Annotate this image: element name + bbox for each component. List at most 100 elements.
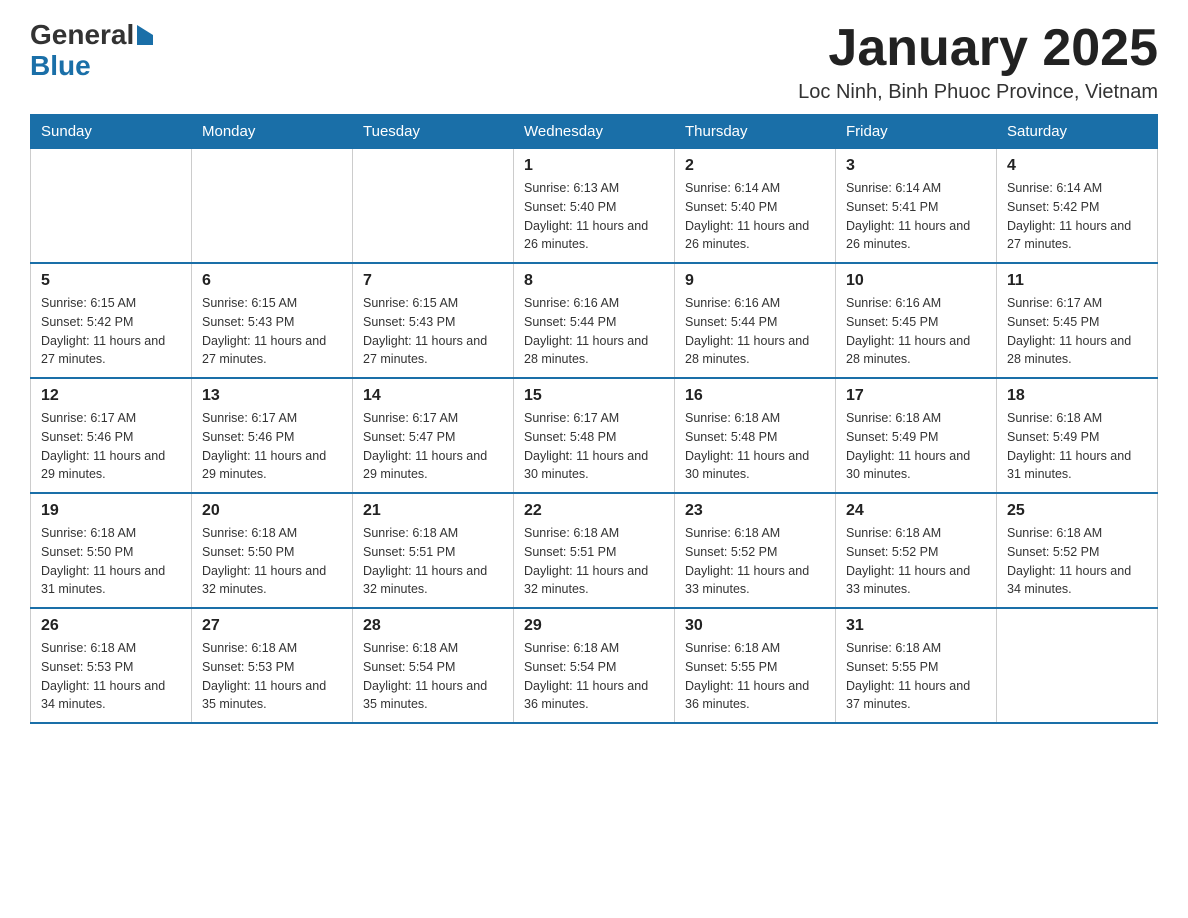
calendar-cell: 20 Sunrise: 6:18 AMSunset: 5:50 PMDayligh…	[192, 493, 353, 608]
calendar-cell: 28 Sunrise: 6:18 AMSunset: 5:54 PMDayligh…	[353, 608, 514, 723]
day-info: Sunrise: 6:18 AMSunset: 5:55 PMDaylight:…	[685, 639, 825, 714]
header-sunday: Sunday	[31, 115, 192, 149]
calendar-cell: 22Sunrise: 6:18 AMSunset: 5:51 PMDayligh…	[514, 493, 675, 608]
calendar-cell: 25 Sunrise: 6:18 AMSunset: 5:52 PMDayligh…	[997, 493, 1158, 608]
calendar-body: 1 Sunrise: 6:13 AMSunset: 5:40 PMDaylight…	[31, 149, 1158, 724]
calendar-cell: 9Sunrise: 6:16 AMSunset: 5:44 PMDaylight…	[675, 263, 836, 378]
calendar-cell	[192, 149, 353, 264]
calendar-cell: 2Sunrise: 6:14 AMSunset: 5:40 PMDaylight…	[675, 149, 836, 264]
day-info: Sunrise: 6:17 AMSunset: 5:48 PMDaylight:…	[524, 409, 664, 484]
day-info: Sunrise: 6:18 AMSunset: 5:52 PMDaylight:…	[685, 524, 825, 599]
calendar-cell: 27 Sunrise: 6:18 AMSunset: 5:53 PMDayligh…	[192, 608, 353, 723]
day-number: 23	[685, 502, 825, 520]
logo-general-text: General	[30, 20, 134, 51]
calendar-cell: 3 Sunrise: 6:14 AMSunset: 5:41 PMDaylight…	[836, 149, 997, 264]
day-number: 21	[363, 502, 503, 520]
day-info: Sunrise: 6:18 AMSunset: 5:51 PMDaylight:…	[363, 524, 503, 599]
day-info: Sunrise: 6:18 AMSunset: 5:54 PMDaylight:…	[363, 639, 503, 714]
calendar-cell: 10 Sunrise: 6:16 AMSunset: 5:45 PMDayligh…	[836, 263, 997, 378]
day-info: Sunrise: 6:14 AMSunset: 5:42 PMDaylight:…	[1007, 179, 1147, 254]
day-info: Sunrise: 6:18 AMSunset: 5:52 PMDaylight:…	[1007, 524, 1147, 599]
day-info: Sunrise: 6:16 AMSunset: 5:45 PMDaylight:…	[846, 294, 986, 369]
day-info: Sunrise: 6:16 AMSunset: 5:44 PMDaylight:…	[524, 294, 664, 369]
day-info: Sunrise: 6:14 AMSunset: 5:41 PMDaylight:…	[846, 179, 986, 254]
day-number: 15	[524, 387, 664, 405]
calendar-cell: 18 Sunrise: 6:18 AMSunset: 5:49 PMDayligh…	[997, 378, 1158, 493]
title-area: January 2025 Loc Ninh, Binh Phuoc Provin…	[798, 20, 1158, 104]
day-number: 14	[363, 387, 503, 405]
day-info: Sunrise: 6:18 AMSunset: 5:51 PMDaylight:…	[524, 524, 664, 599]
day-info: Sunrise: 6:17 AMSunset: 5:47 PMDaylight:…	[363, 409, 503, 484]
day-info: Sunrise: 6:17 AMSunset: 5:46 PMDaylight:…	[202, 409, 342, 484]
week-row-1: 1 Sunrise: 6:13 AMSunset: 5:40 PMDaylight…	[31, 149, 1158, 264]
day-info: Sunrise: 6:15 AMSunset: 5:43 PMDaylight:…	[202, 294, 342, 369]
calendar-cell: 11Sunrise: 6:17 AMSunset: 5:45 PMDayligh…	[997, 263, 1158, 378]
page-header: General Blue January 2025 Loc Ninh, Binh…	[30, 20, 1158, 104]
day-number: 3	[846, 157, 986, 175]
day-number: 7	[363, 272, 503, 290]
calendar-table: SundayMondayTuesdayWednesdayThursdayFrid…	[30, 114, 1158, 724]
calendar-header: SundayMondayTuesdayWednesdayThursdayFrid…	[31, 115, 1158, 149]
day-number: 12	[41, 387, 181, 405]
day-number: 20	[202, 502, 342, 520]
day-number: 26	[41, 617, 181, 635]
day-number: 31	[846, 617, 986, 635]
calendar-cell: 26 Sunrise: 6:18 AMSunset: 5:53 PMDayligh…	[31, 608, 192, 723]
header-monday: Monday	[192, 115, 353, 149]
day-number: 13	[202, 387, 342, 405]
day-number: 28	[363, 617, 503, 635]
day-number: 6	[202, 272, 342, 290]
week-row-2: 5Sunrise: 6:15 AMSunset: 5:42 PMDaylight…	[31, 263, 1158, 378]
calendar-cell	[31, 149, 192, 264]
day-info: Sunrise: 6:14 AMSunset: 5:40 PMDaylight:…	[685, 179, 825, 254]
day-number: 27	[202, 617, 342, 635]
day-number: 5	[41, 272, 181, 290]
header-friday: Friday	[836, 115, 997, 149]
day-number: 18	[1007, 387, 1147, 405]
calendar-cell: 5Sunrise: 6:15 AMSunset: 5:42 PMDaylight…	[31, 263, 192, 378]
day-number: 11	[1007, 272, 1147, 290]
day-info: Sunrise: 6:18 AMSunset: 5:53 PMDaylight:…	[202, 639, 342, 714]
calendar-cell: 4Sunrise: 6:14 AMSunset: 5:42 PMDaylight…	[997, 149, 1158, 264]
header-wednesday: Wednesday	[514, 115, 675, 149]
calendar-cell: 13 Sunrise: 6:17 AMSunset: 5:46 PMDayligh…	[192, 378, 353, 493]
header-thursday: Thursday	[675, 115, 836, 149]
day-info: Sunrise: 6:18 AMSunset: 5:49 PMDaylight:…	[1007, 409, 1147, 484]
calendar-cell: 7Sunrise: 6:15 AMSunset: 5:43 PMDaylight…	[353, 263, 514, 378]
week-row-5: 26 Sunrise: 6:18 AMSunset: 5:53 PMDayligh…	[31, 608, 1158, 723]
calendar-cell: 15 Sunrise: 6:17 AMSunset: 5:48 PMDayligh…	[514, 378, 675, 493]
day-number: 10	[846, 272, 986, 290]
header-tuesday: Tuesday	[353, 115, 514, 149]
day-number: 30	[685, 617, 825, 635]
day-number: 24	[846, 502, 986, 520]
calendar-cell: 19Sunrise: 6:18 AMSunset: 5:50 PMDayligh…	[31, 493, 192, 608]
calendar-cell: 17Sunrise: 6:18 AMSunset: 5:49 PMDayligh…	[836, 378, 997, 493]
day-number: 29	[524, 617, 664, 635]
calendar-cell: 6 Sunrise: 6:15 AMSunset: 5:43 PMDaylight…	[192, 263, 353, 378]
day-info: Sunrise: 6:18 AMSunset: 5:48 PMDaylight:…	[685, 409, 825, 484]
calendar-cell	[997, 608, 1158, 723]
day-info: Sunrise: 6:18 AMSunset: 5:50 PMDaylight:…	[202, 524, 342, 599]
day-info: Sunrise: 6:18 AMSunset: 5:53 PMDaylight:…	[41, 639, 181, 714]
calendar-cell: 8Sunrise: 6:16 AMSunset: 5:44 PMDaylight…	[514, 263, 675, 378]
day-info: Sunrise: 6:18 AMSunset: 5:50 PMDaylight:…	[41, 524, 181, 599]
day-info: Sunrise: 6:18 AMSunset: 5:55 PMDaylight:…	[846, 639, 986, 714]
week-row-4: 19Sunrise: 6:18 AMSunset: 5:50 PMDayligh…	[31, 493, 1158, 608]
calendar-cell: 24 Sunrise: 6:18 AMSunset: 5:52 PMDayligh…	[836, 493, 997, 608]
day-info: Sunrise: 6:17 AMSunset: 5:46 PMDaylight:…	[41, 409, 181, 484]
calendar-cell: 23 Sunrise: 6:18 AMSunset: 5:52 PMDayligh…	[675, 493, 836, 608]
day-number: 1	[524, 157, 664, 175]
calendar-cell: 14 Sunrise: 6:17 AMSunset: 5:47 PMDayligh…	[353, 378, 514, 493]
day-info: Sunrise: 6:13 AMSunset: 5:40 PMDaylight:…	[524, 179, 664, 254]
calendar-cell: 12 Sunrise: 6:17 AMSunset: 5:46 PMDayligh…	[31, 378, 192, 493]
month-year-title: January 2025	[798, 20, 1158, 77]
calendar-cell: 31 Sunrise: 6:18 AMSunset: 5:55 PMDayligh…	[836, 608, 997, 723]
calendar-cell: 1 Sunrise: 6:13 AMSunset: 5:40 PMDaylight…	[514, 149, 675, 264]
day-info: Sunrise: 6:18 AMSunset: 5:52 PMDaylight:…	[846, 524, 986, 599]
day-number: 16	[685, 387, 825, 405]
logo: General Blue	[30, 20, 153, 82]
calendar-cell: 29Sunrise: 6:18 AMSunset: 5:54 PMDayligh…	[514, 608, 675, 723]
header-row: SundayMondayTuesdayWednesdayThursdayFrid…	[31, 115, 1158, 149]
calendar-cell: 21 Sunrise: 6:18 AMSunset: 5:51 PMDayligh…	[353, 493, 514, 608]
day-number: 25	[1007, 502, 1147, 520]
